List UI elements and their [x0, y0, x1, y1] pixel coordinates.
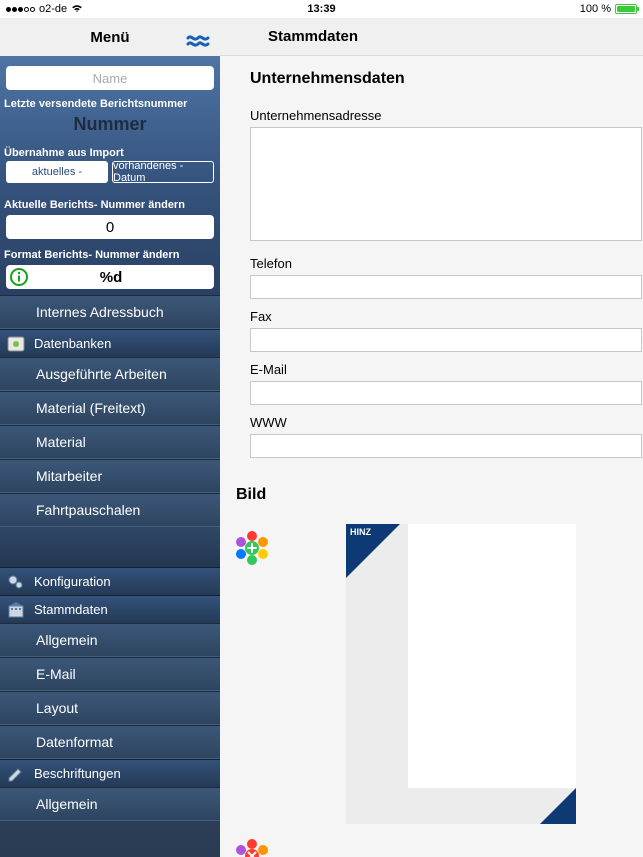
sidebar-item-fahrt[interactable]: Fahrtpauschalen — [0, 493, 220, 527]
pen-icon — [6, 764, 26, 784]
logo-corner-tl: HINZ — [346, 524, 400, 578]
sidebar-item-email[interactable]: E-Mail — [0, 657, 220, 691]
sidebar-section-label: Datenbanken — [34, 336, 111, 351]
sidebar-item-material[interactable]: Material — [0, 425, 220, 459]
carrier-label: o2-de — [39, 3, 67, 15]
gears-icon — [6, 572, 26, 592]
battery-percent: 100 % — [580, 3, 611, 15]
section-unternehmensdaten: Unternehmensdaten — [220, 56, 643, 98]
www-field[interactable] — [250, 434, 642, 458]
import-section-label: Übernahme aus Import — [0, 143, 220, 161]
sidebar-item-material-frei[interactable]: Material (Freitext) — [0, 391, 220, 425]
telefon-field[interactable] — [250, 275, 642, 299]
name-input[interactable] — [6, 66, 214, 90]
sidebar-section-label: Stammdaten — [34, 602, 108, 617]
sidebar-section-datenbanken[interactable]: Datenbanken — [0, 329, 220, 357]
database-icon — [6, 334, 26, 354]
sidebar-header: Menü — [0, 18, 220, 56]
label-telefon: Telefon — [250, 246, 643, 275]
main-panel: Stammdaten Unternehmensdaten Unternehmen… — [220, 18, 643, 857]
add-photo-button[interactable] — [228, 524, 276, 572]
main-header: Stammdaten — [220, 18, 643, 56]
seg-current-button[interactable]: aktuelles - — [6, 161, 108, 183]
wifi-icon — [71, 3, 83, 16]
sidebar-title: Menü — [90, 29, 129, 46]
seg-existing-button[interactable]: vorhandenes - Datum — [112, 161, 214, 183]
sidebar-section-beschriftungen[interactable]: Beschriftungen — [0, 759, 220, 787]
brand-wave-icon — [186, 26, 210, 50]
format-number-label: Format Berichts- Nummer ändern — [0, 245, 220, 263]
current-number-field[interactable]: 0 — [6, 215, 214, 239]
building-icon — [6, 600, 26, 620]
label-fax: Fax — [250, 299, 643, 328]
sidebar-item-layout[interactable]: Layout — [0, 691, 220, 725]
sidebar-item-adressbuch[interactable]: Internes Adressbuch — [0, 295, 220, 329]
adresse-textarea[interactable] — [250, 127, 642, 241]
sidebar-item-allgemein2[interactable]: Allgemein — [0, 787, 220, 821]
sidebar-item-arbeiten[interactable]: Ausgeführte Arbeiten — [0, 357, 220, 391]
import-segment: aktuelles - vorhandenes - Datum — [0, 161, 220, 189]
section-bild: Bild — [220, 458, 643, 514]
logo-preview: HINZ — [346, 524, 576, 824]
logo-corner-br — [540, 788, 576, 824]
sidebar-item-mitarbeiter[interactable]: Mitarbeiter — [0, 459, 220, 493]
page-title: Stammdaten — [268, 28, 358, 45]
label-email: E-Mail — [250, 352, 643, 381]
signal-dots-icon — [6, 7, 35, 12]
email-field[interactable] — [250, 381, 642, 405]
logo-corner-text: HINZ — [350, 527, 371, 537]
sidebar-section-label: Konfiguration — [34, 574, 111, 589]
format-value: %d — [30, 269, 214, 286]
sidebar-item-datenformat[interactable]: Datenformat — [0, 725, 220, 759]
status-bar: o2-de 13:39 100 % — [0, 0, 643, 18]
fax-field[interactable] — [250, 328, 642, 352]
sidebar: Menü Letzte versendete Berichtsnummer Nu… — [0, 18, 220, 857]
sidebar-section-stammdaten[interactable]: Stammdaten — [0, 595, 220, 623]
last-sent-value: Nummer — [0, 112, 220, 143]
sidebar-section-label: Beschriftungen — [34, 766, 121, 781]
sidebar-section-konfiguration[interactable]: Konfiguration — [0, 567, 220, 595]
format-number-field[interactable]: %d — [6, 265, 214, 289]
last-sent-label: Letzte versendete Berichtsnummer — [0, 94, 220, 112]
sidebar-item-allgemein[interactable]: Allgemein — [0, 623, 220, 657]
info-icon[interactable] — [8, 266, 30, 288]
change-number-label: Aktuelle Berichts- Nummer ändern — [0, 189, 220, 213]
label-www: WWW — [250, 405, 643, 434]
label-adresse: Unternehmensadresse — [250, 98, 643, 127]
status-time: 13:39 — [307, 3, 335, 15]
remove-photo-button[interactable] — [228, 832, 276, 857]
battery-icon — [615, 4, 637, 14]
